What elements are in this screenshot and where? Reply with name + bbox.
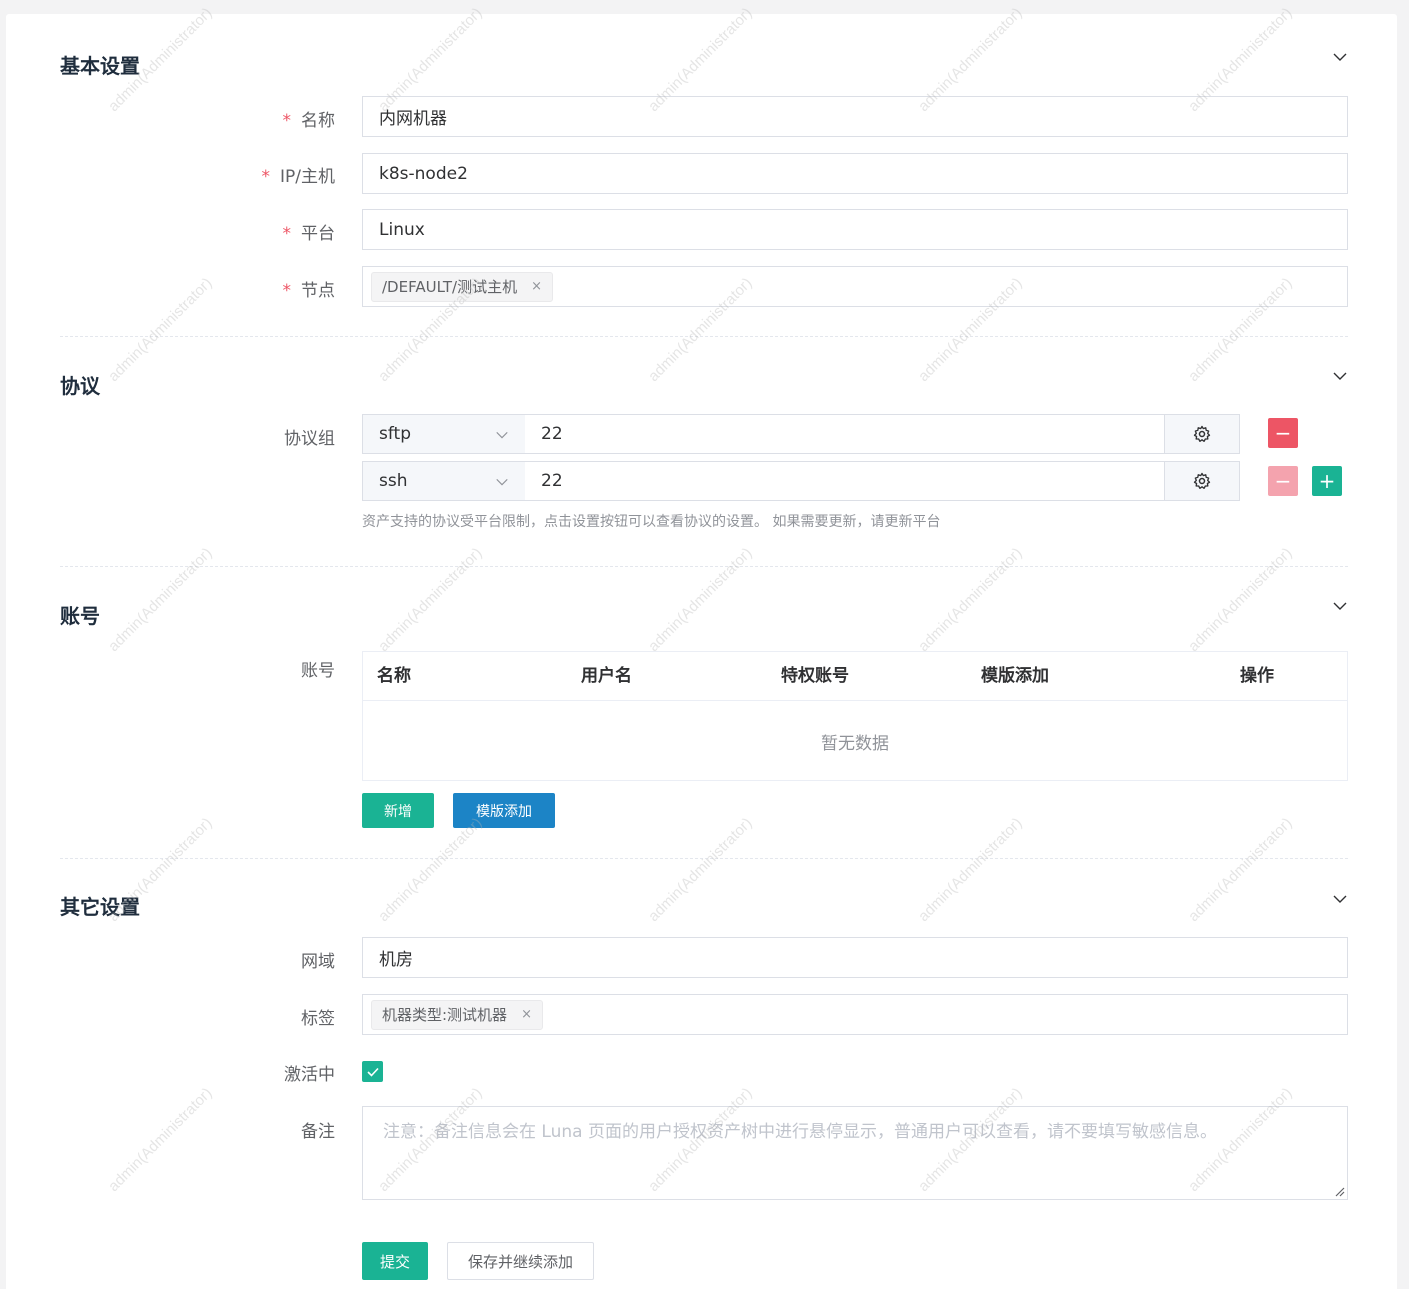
comment-placeholder: 注意：备注信息会在 Luna 页面的用户授权资产树中进行悬停显示，普通用户可以查… <box>383 1122 1217 1142</box>
active-checkbox[interactable] <box>362 1061 383 1082</box>
section-title-protocol: 协议 <box>60 374 100 398</box>
node-label: * 节点 <box>282 281 336 301</box>
remove-protocol-button[interactable]: − <box>1268 418 1298 448</box>
chevron-down-icon[interactable] <box>1332 368 1348 384</box>
remove-protocol-button[interactable]: − <box>1268 466 1298 496</box>
protocol-select[interactable]: ssh <box>362 461 526 501</box>
platform-label: * 平台 <box>282 224 336 244</box>
section-title-basic: 基本设置 <box>60 54 140 78</box>
divider <box>60 858 1348 859</box>
port-input[interactable]: 22 <box>525 461 1165 501</box>
chevron-down-icon <box>496 478 508 486</box>
chevron-down-icon[interactable] <box>1332 891 1348 907</box>
protocol-hint: 资产支持的协议受平台限制，点击设置按钮可以查看协议的设置。 如果需要更新，请更新… <box>362 514 941 530</box>
column-header-template: 模版添加 <box>981 666 1049 686</box>
protocol-row: ssh 22 <box>362 461 1240 501</box>
domain-select[interactable]: 机房 <box>362 937 1348 978</box>
labels-select[interactable]: 机器类型:测试机器 × <box>362 994 1348 1035</box>
protocol-group-label: 协议组 <box>284 429 335 449</box>
protocol-row: sftp 22 <box>362 414 1240 454</box>
section-title-account: 账号 <box>60 604 100 628</box>
gear-icon <box>1193 472 1211 489</box>
labels-label: 标签 <box>301 1009 335 1029</box>
protocol-select[interactable]: sftp <box>362 414 526 454</box>
platform-input[interactable]: Linux <box>362 209 1348 250</box>
gear-icon <box>1193 425 1211 442</box>
column-header-name: 名称 <box>377 666 411 686</box>
add-protocol-button[interactable]: + <box>1312 466 1342 496</box>
template-add-button[interactable]: 模版添加 <box>453 793 555 828</box>
chevron-down-icon[interactable] <box>1332 598 1348 614</box>
host-input[interactable]: k8s-node2 <box>362 153 1348 194</box>
save-continue-button[interactable]: 保存并继续添加 <box>447 1242 594 1280</box>
chevron-down-icon <box>496 431 508 439</box>
tag-close-icon[interactable]: × <box>531 279 542 294</box>
section-title-other: 其它设置 <box>60 895 140 919</box>
chevron-down-icon[interactable] <box>1332 49 1348 65</box>
account-table: 名称 用户名 特权账号 模版添加 操作 暂无数据 <box>362 651 1348 781</box>
column-header-username: 用户名 <box>581 666 632 686</box>
protocol-settings-button[interactable] <box>1164 414 1240 454</box>
column-header-actions: 操作 <box>1240 666 1274 686</box>
node-select[interactable]: /DEFAULT/测试主机 × <box>362 266 1348 307</box>
account-label: 账号 <box>301 661 335 681</box>
submit-button[interactable]: 提交 <box>362 1242 428 1280</box>
check-icon <box>366 1067 379 1077</box>
active-label: 激活中 <box>284 1065 335 1085</box>
table-header-divider <box>363 700 1347 701</box>
label-tag: 机器类型:测试机器 × <box>371 999 543 1030</box>
divider <box>60 566 1348 567</box>
add-account-button[interactable]: 新增 <box>362 793 434 828</box>
host-label: * IP/主机 <box>261 167 336 187</box>
table-empty-text: 暂无数据 <box>821 734 889 754</box>
name-input[interactable]: 内网机器 <box>362 96 1348 137</box>
name-label: * 名称 <box>282 111 336 131</box>
domain-label: 网域 <box>301 952 335 972</box>
resize-handle-icon[interactable] <box>1333 1185 1345 1197</box>
comment-label: 备注 <box>301 1122 335 1142</box>
divider <box>60 336 1348 337</box>
tag-close-icon[interactable]: × <box>521 1007 532 1022</box>
comment-textarea[interactable]: 注意：备注信息会在 Luna 页面的用户授权资产树中进行悬停显示，普通用户可以查… <box>362 1106 1348 1200</box>
protocol-settings-button[interactable] <box>1164 461 1240 501</box>
port-input[interactable]: 22 <box>525 414 1165 454</box>
node-tag: /DEFAULT/测试主机 × <box>371 271 553 302</box>
column-header-privileged: 特权账号 <box>781 666 849 686</box>
